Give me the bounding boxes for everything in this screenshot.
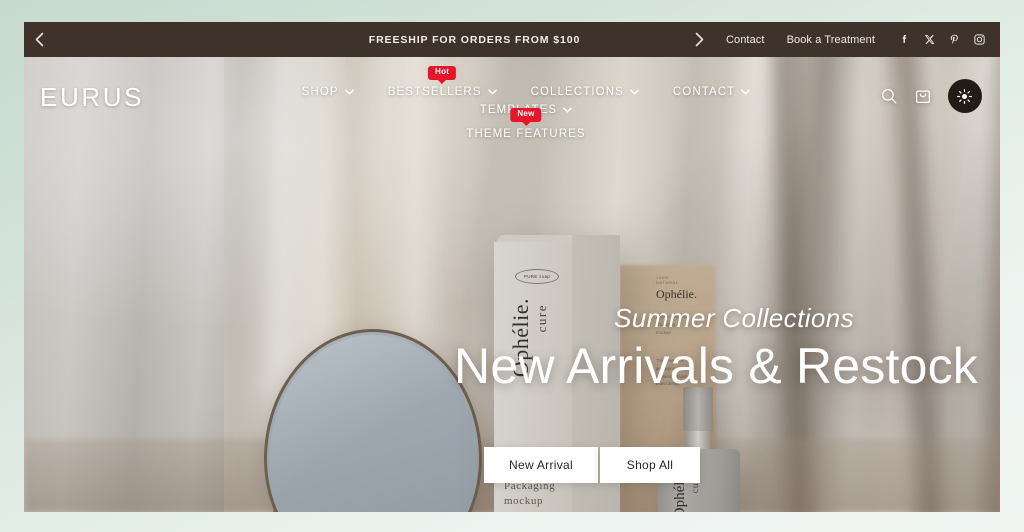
chevron-down-icon bbox=[630, 89, 639, 95]
announcement-next-arrow[interactable] bbox=[685, 32, 715, 47]
announcement-right-group: Contact Book a Treatment bbox=[685, 32, 1000, 47]
hero-section: PURE soap Ophélie. cure Cosmetics Packag… bbox=[24, 57, 1000, 512]
package-oval-stamp: PURE soap bbox=[515, 269, 559, 284]
nav-item-contact[interactable]: CONTACT bbox=[672, 83, 751, 101]
header-actions bbox=[880, 79, 982, 113]
site-header: EURUS SHOP Hot BESTSELLERS COLLECTIONS C… bbox=[24, 57, 1000, 140]
nav-item-bestsellers[interactable]: Hot BESTSELLERS bbox=[387, 66, 497, 101]
announcement-prev-arrow[interactable] bbox=[24, 32, 54, 47]
announcement-bar: FREESHIP FOR ORDERS FROM $100 Contact Bo… bbox=[24, 22, 1000, 57]
nav-item-collections[interactable]: COLLECTIONS bbox=[531, 83, 639, 101]
nav-item-label: COLLECTIONS bbox=[530, 86, 624, 98]
theme-toggle-button[interactable] bbox=[947, 79, 982, 113]
search-icon[interactable] bbox=[880, 87, 898, 105]
pinterest-icon[interactable] bbox=[948, 33, 961, 46]
hero-copy: Summer Collections New Arrivals & Restoc… bbox=[24, 303, 982, 394]
nav-item-label: BESTSELLERS bbox=[387, 86, 482, 98]
contact-link[interactable]: Contact bbox=[715, 34, 776, 46]
new-arrival-button[interactable]: New Arrival bbox=[484, 447, 598, 483]
chevron-right-icon bbox=[696, 32, 704, 47]
chevron-down-icon bbox=[563, 107, 573, 113]
nav-item-label: THEME FEATURES bbox=[466, 128, 586, 140]
x-twitter-icon[interactable] bbox=[923, 33, 936, 46]
nav-item-label: SHOP bbox=[301, 86, 339, 98]
chevron-down-icon bbox=[487, 89, 497, 95]
hero-eyebrow: Summer Collections bbox=[614, 303, 854, 333]
instagram-icon[interactable] bbox=[973, 33, 986, 46]
main-navigation: SHOP Hot BESTSELLERS COLLECTIONS CONTACT bbox=[232, 66, 792, 143]
site-logo[interactable]: EURUS bbox=[40, 82, 144, 113]
shop-all-button[interactable]: Shop All bbox=[600, 447, 700, 483]
sun-icon bbox=[957, 88, 973, 104]
book-treatment-link[interactable]: Book a Treatment bbox=[776, 34, 886, 46]
site-frame: FREESHIP FOR ORDERS FROM $100 Contact Bo… bbox=[24, 22, 1000, 512]
nav-item-theme-features[interactable]: New THEME FEATURES bbox=[466, 108, 586, 143]
chevron-left-icon bbox=[35, 32, 43, 47]
social-links bbox=[898, 33, 986, 46]
chevron-down-icon bbox=[344, 89, 354, 95]
facebook-icon[interactable] bbox=[898, 33, 911, 46]
nav-item-label: CONTACT bbox=[672, 86, 736, 98]
nav-badge-hot: Hot bbox=[428, 66, 457, 80]
nav-item-shop[interactable]: SHOP bbox=[302, 83, 354, 101]
announcement-message: FREESHIP FOR ORDERS FROM $100 bbox=[368, 33, 581, 46]
nav-secondary-row: New THEME FEATURES bbox=[260, 108, 792, 143]
package-side-brand: Ophélie. bbox=[656, 287, 697, 301]
nav-badge-new: New bbox=[510, 108, 542, 122]
chevron-down-icon bbox=[741, 89, 751, 95]
hero-headline: New Arrivals & Restock bbox=[454, 338, 978, 394]
hero-cta-group: New Arrival Shop All bbox=[24, 447, 1000, 483]
shopping-bag-icon[interactable] bbox=[914, 87, 932, 105]
package-side-caption: 100% NATURAL bbox=[656, 275, 679, 285]
